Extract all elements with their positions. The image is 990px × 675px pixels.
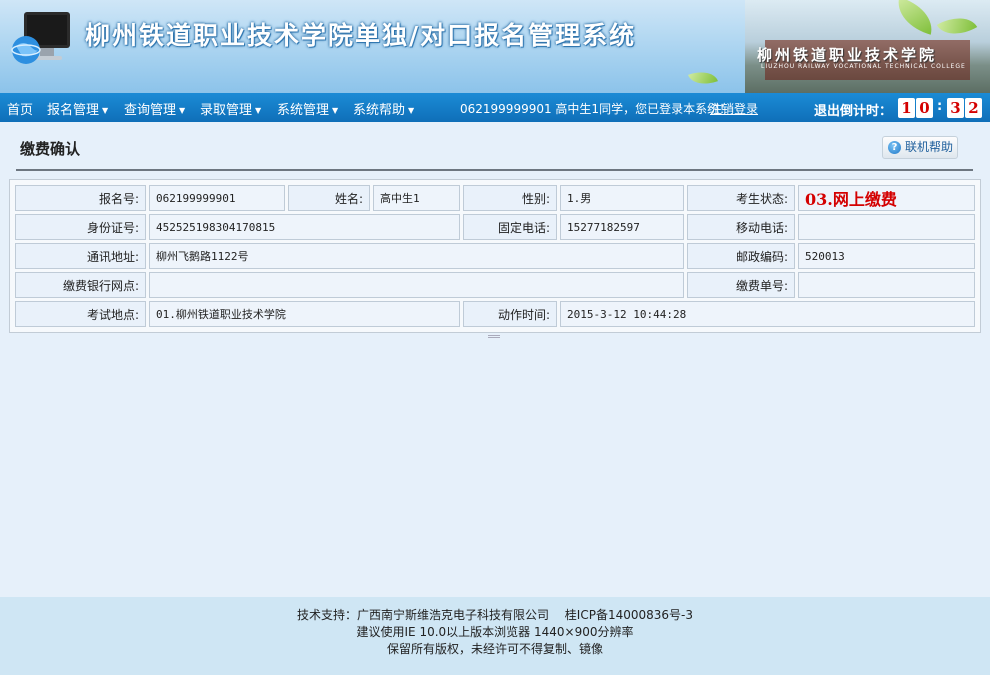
leaf-decoration [892, 0, 938, 35]
nav-bar: 首页 报名管理 ▼ 查询管理 ▼ 录取管理 ▼ 系统管理 ▼ 系统帮助 ▼ 0621999… [0, 93, 990, 122]
action-time-value: 2015-3-12 10:44:28 [560, 301, 975, 327]
online-help-button[interactable]: ? 联机帮助 [882, 136, 958, 159]
nav-admission-menu[interactable]: 录取管理 ▼ [200, 99, 261, 118]
exam-site-value: 01.柳州铁道职业技术学院 [149, 301, 460, 327]
nav-registration-menu[interactable]: 报名管理 ▼ [47, 99, 108, 118]
caret-down-icon: ▼ [255, 106, 262, 115]
name-label: 姓名: [288, 185, 370, 211]
bank-label: 缴费银行网点: [15, 272, 146, 298]
reg-no-label: 报名号: [15, 185, 146, 211]
name-value: 高中生1 [373, 185, 460, 211]
page-title: 缴费确认 [20, 140, 81, 158]
resize-handle[interactable] [488, 335, 500, 338]
id-label: 身份证号: [15, 214, 146, 240]
nav-system-menu[interactable]: 系统管理 ▼ [277, 99, 338, 118]
payment-info-table: 报名号: 062199999901 姓名: 高中生1 性别: 1.男 考生状态:… [9, 179, 981, 333]
nav-help-menu[interactable]: 系统帮助 ▼ [353, 99, 414, 118]
gender-label: 性别: [463, 185, 557, 211]
campus-name: 柳州铁道职业技术学院 [757, 46, 938, 64]
caret-down-icon: ▼ [408, 106, 415, 115]
countdown-digit: 2 [965, 98, 982, 118]
mobile-value [798, 214, 975, 240]
leaf-decoration [936, 7, 978, 45]
phone-label: 固定电话: [463, 214, 557, 240]
system-title: 柳州铁道职业技术学院单独/对口报名管理系统 [85, 21, 637, 50]
countdown-label: 退出倒计时： [814, 104, 893, 119]
campus-photo: 柳州铁道职业技术学院 LIUZHOU RAILWAY VOCATIONAL TE… [745, 0, 990, 93]
logout-link[interactable]: 注销登录 [710, 100, 758, 117]
monitor-globe-icon [11, 12, 70, 64]
table-row: 身份证号: 452525198304170815 固定电话: 152771825… [15, 214, 975, 240]
exam-site-label: 考试地点: [15, 301, 146, 327]
footer-support: 技术支持：广西南宁斯维浩克电子科技有限公司 桂ICP备14000836号-3 [296, 608, 693, 622]
footer-browser-note: 建议使用IE 10.0以上版本浏览器 1440×900分辨率 [356, 625, 634, 639]
action-time-label: 动作时间: [463, 301, 557, 327]
countdown-digit: 1 [898, 98, 915, 118]
caret-down-icon: ▼ [102, 106, 109, 115]
header-banner: 柳州铁道职业技术学院单独/对口报名管理系统 柳州铁道职业技术学院 LIUZHOU… [0, 0, 990, 93]
mobile-label: 移动电话: [687, 214, 795, 240]
nav-home[interactable]: 首页 [7, 99, 33, 118]
postcode-label: 邮政编码: [687, 243, 795, 269]
nav-query-menu[interactable]: 查询管理 ▼ [124, 99, 185, 118]
gender-value: 1.男 [560, 185, 684, 211]
countdown-colon: : [937, 99, 943, 114]
status-label: 考生状态: [687, 185, 795, 211]
login-info: 062199999901 高中生1同学，您已登录本系统！ [460, 102, 732, 116]
countdown-digit: 3 [947, 98, 964, 118]
caret-down-icon: ▼ [179, 106, 186, 115]
table-row: 报名号: 062199999901 姓名: 高中生1 性别: 1.男 考生状态:… [15, 185, 975, 211]
campus-name-en: LIUZHOU RAILWAY VOCATIONAL TECHNICAL COL… [761, 63, 966, 70]
phone-value: 15277182597 [560, 214, 684, 240]
reg-no-value: 062199999901 [149, 185, 285, 211]
status-value: 03.网上缴费 [798, 185, 975, 211]
address-value: 柳州飞鹅路1122号 [149, 243, 684, 269]
footer: 技术支持：广西南宁斯维浩克电子科技有限公司 桂ICP备14000836号-3 建… [0, 597, 990, 675]
receipt-label: 缴费单号: [687, 272, 795, 298]
address-label: 通讯地址: [15, 243, 146, 269]
leaf-decoration [688, 66, 718, 90]
table-row: 缴费银行网点: 缴费单号: [15, 272, 975, 298]
bank-value [149, 272, 684, 298]
table-row: 考试地点: 01.柳州铁道职业技术学院 动作时间: 2015-3-12 10:4… [15, 301, 975, 327]
footer-copyright: 保留所有版权，未经许可不得复制、镜像 [386, 642, 603, 656]
table-row: 通讯地址: 柳州飞鹅路1122号 邮政编码: 520013 [15, 243, 975, 269]
caret-down-icon: ▼ [332, 106, 339, 115]
help-button-label: 联机帮助 [905, 140, 954, 154]
countdown-digit: 0 [916, 98, 933, 118]
postcode-value: 520013 [798, 243, 975, 269]
receipt-value [798, 272, 975, 298]
id-value: 452525198304170815 [149, 214, 460, 240]
help-question-icon: ? [888, 141, 901, 154]
title-divider [16, 169, 973, 171]
